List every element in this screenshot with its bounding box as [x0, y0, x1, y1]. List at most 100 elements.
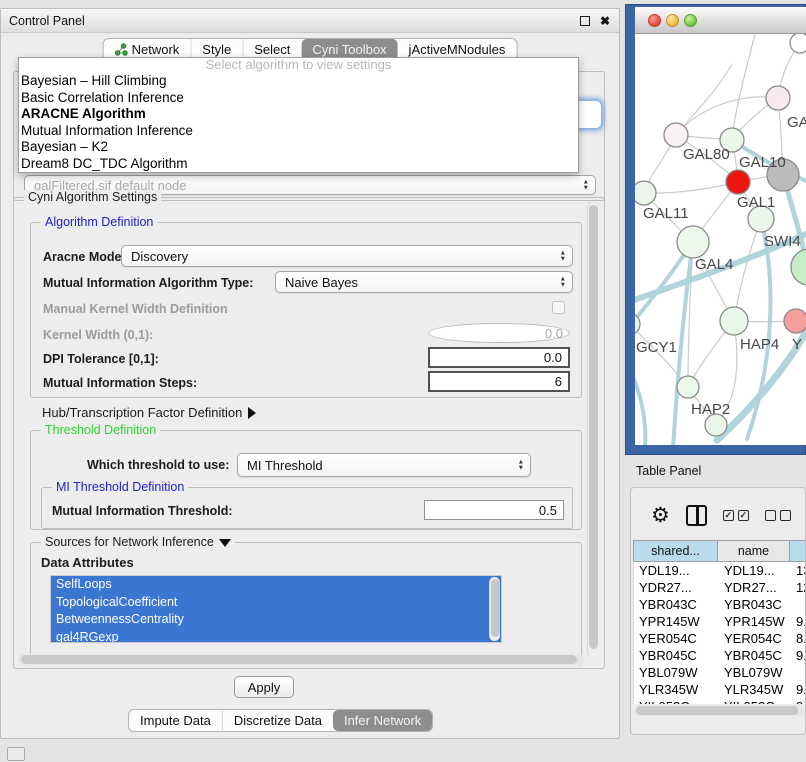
svg-text:GAL1: GAL1 — [737, 194, 775, 211]
data-attributes-label: Data Attributes — [41, 555, 134, 570]
data-attributes-list: SelfLoops TopologicalCoefficient Between… — [50, 575, 502, 643]
svg-text:HAP4: HAP4 — [740, 336, 779, 353]
cyni-algorithm-settings-group: Cyni Algorithm Settings Algorithm Defini… — [13, 197, 605, 669]
settings-group-title: Cyni Algorithm Settings — [24, 190, 161, 204]
network-graph: GAL GAL80 GAL10 GAL1 GAL11 SWI4 GAL4 GCY… — [635, 34, 806, 445]
column-header-shared[interactable]: shared... — [633, 540, 718, 562]
settings-hscroll-thumb[interactable] — [21, 655, 577, 664]
gear-icon[interactable]: ⚙ — [651, 505, 670, 526]
table-row[interactable]: YBR043C YBR043C — [634, 596, 806, 613]
node-hap4[interactable] — [720, 307, 748, 335]
float-panel-icon[interactable] — [580, 16, 590, 26]
minimized-panel-icon[interactable] — [7, 747, 25, 761]
close-panel-icon[interactable]: ✖ — [600, 14, 610, 28]
node-gal11[interactable] — [635, 181, 656, 205]
algorithm-option[interactable]: Basic Correlation Inference — [19, 90, 578, 107]
table-row[interactable]: YIL052C YIL052C 9. — [634, 698, 806, 704]
node-gal4[interactable] — [677, 226, 709, 258]
settings-horizontal-scrollbar[interactable] — [18, 654, 584, 665]
manual-kernel-width-checkbox[interactable] — [552, 301, 565, 314]
node-partial-top[interactable] — [790, 34, 806, 53]
cyni-bottom-tabbar: Impute Data Discretize Data Infer Networ… — [128, 709, 433, 732]
algorithm-popup-placeholder: Select algorithm to view settings — [19, 58, 578, 73]
attributes-vertical-scrollbar[interactable] — [489, 577, 500, 641]
svg-text:GAL11: GAL11 — [643, 205, 689, 222]
hub-definition-expander[interactable]: Hub/Transcription Factor Definition — [42, 404, 256, 422]
table-panel-title: Table Panel — [636, 464, 701, 478]
algorithm-definition-group: Algorithm Definition Aracne Mode: Discov… — [30, 222, 582, 398]
tab-network-label: Network — [132, 42, 180, 57]
aracne-mode-select[interactable]: Discovery — [121, 245, 573, 267]
algorithm-option[interactable]: Bayesian – K2 — [19, 139, 578, 156]
mi-algorithm-type-select[interactable]: Naive Bayes — [275, 271, 573, 293]
algorithm-option[interactable]: Mutual Information Inference — [19, 123, 578, 140]
algorithm-option[interactable]: Dream8 DC_TDC Algorithm — [19, 156, 578, 173]
node-gal-cut[interactable] — [766, 86, 790, 110]
settings-vscroll-thumb[interactable] — [589, 205, 598, 649]
mi-threshold-group: MI Threshold Definition Mutual Informati… — [41, 487, 573, 529]
node-gal80[interactable] — [664, 123, 688, 147]
column-header-name[interactable]: name — [718, 540, 790, 562]
attribute-item[interactable]: SelfLoops — [51, 576, 501, 594]
mi-algorithm-type-label: Mutual Information Algorithm Type: — [43, 276, 253, 290]
table-toolbar: ⚙ ✓ ✓ — [631, 494, 806, 536]
column-header-cut[interactable]: A — [790, 540, 806, 562]
attribute-item[interactable]: gal4RGexp — [51, 629, 501, 644]
maximize-window-icon[interactable] — [684, 14, 697, 27]
table-row[interactable]: YLR345W YLR345W 9. — [634, 681, 806, 698]
svg-text:GAL10: GAL10 — [739, 154, 786, 171]
tab-infer-network[interactable]: Infer Network — [333, 710, 432, 731]
table-row[interactable]: YER054C YER054C 8. — [634, 630, 806, 647]
mi-threshold-input[interactable]: 0.5 — [424, 500, 564, 520]
tab-impute-data[interactable]: Impute Data — [129, 710, 222, 731]
svg-text:GAL80: GAL80 — [683, 146, 730, 163]
table-row[interactable]: YDR27... YDR27... 12 — [634, 579, 806, 596]
table-body: YDL19... YDL19... 13 YDR27... YDR27... 1… — [633, 562, 806, 704]
deselect-all-icon[interactable] — [765, 510, 791, 521]
sources-group-title[interactable]: Sources for Network Inference — [41, 535, 235, 549]
node-hap2[interactable] — [677, 376, 699, 398]
which-threshold-select[interactable]: MI Threshold — [237, 453, 531, 477]
manual-kernel-width-label: Manual Kernel Width Definition — [43, 302, 228, 316]
minimize-window-icon[interactable] — [666, 14, 679, 27]
table-hscroll-thumb[interactable] — [636, 706, 798, 715]
network-window-titlebar[interactable] — [635, 7, 806, 34]
control-panel-titlebar: Control Panel ✖ — [1, 9, 619, 33]
dpi-tolerance-input[interactable]: 0.0 — [428, 347, 570, 368]
node-salmon[interactable] — [784, 309, 806, 333]
node-bright-green[interactable] — [791, 249, 806, 285]
sources-group: Sources for Network Inference Data Attri… — [30, 542, 582, 666]
attribute-item[interactable]: TopologicalCoefficient — [51, 594, 501, 612]
table-horizontal-scrollbar[interactable] — [634, 705, 804, 716]
table-row[interactable]: YBR045C YBR045C 9. — [634, 647, 806, 664]
apply-button[interactable]: Apply — [234, 676, 294, 698]
which-threshold-label: Which threshold to use: — [87, 458, 229, 472]
kernel-width-label: Kernel Width (0,1): — [43, 328, 153, 342]
combo-arrows-icon — [583, 180, 589, 191]
network-window[interactable]: GAL GAL80 GAL10 GAL1 GAL11 SWI4 GAL4 GCY… — [625, 4, 806, 455]
tab-discretize-data[interactable]: Discretize Data — [222, 710, 333, 731]
control-panel-title: Control Panel — [1, 14, 580, 28]
svg-text:Y: Y — [792, 336, 802, 353]
settings-vertical-scrollbar[interactable] — [587, 202, 599, 658]
kernel-width-input[interactable]: 0.0 — [428, 323, 570, 343]
combo-arrows-icon — [560, 277, 566, 288]
attribute-item[interactable]: BetweennessCentrality — [51, 611, 501, 629]
collapse-down-icon — [219, 539, 231, 547]
svg-text:SWI4: SWI4 — [764, 233, 801, 250]
table-row[interactable]: YBL079W YBL079W — [634, 664, 806, 681]
close-window-icon[interactable] — [648, 14, 661, 27]
mi-steps-input[interactable]: 6 — [428, 371, 570, 392]
split-columns-icon[interactable] — [686, 505, 707, 526]
node-gal1-red[interactable] — [726, 170, 750, 194]
expand-right-icon — [248, 407, 256, 419]
control-panel: Control Panel ✖ Network Style Select Cyn… — [0, 8, 620, 739]
algorithm-option-selected[interactable]: ARACNE Algorithm — [19, 106, 578, 123]
attribute-table: shared... name A YDL19... YDL19... 13 YD… — [633, 540, 806, 704]
table-row[interactable]: YPR145W YPR145W 9. — [634, 613, 806, 630]
table-row[interactable]: YDL19... YDL19... 13 — [634, 562, 806, 579]
select-all-icon[interactable]: ✓ ✓ — [723, 510, 749, 521]
network-canvas[interactable]: GAL GAL80 GAL10 GAL1 GAL11 SWI4 GAL4 GCY… — [635, 34, 806, 445]
algorithm-option[interactable]: Bayesian – Hill Climbing — [19, 73, 578, 90]
algorithm-popup: Select algorithm to view settings Bayesi… — [18, 57, 579, 173]
